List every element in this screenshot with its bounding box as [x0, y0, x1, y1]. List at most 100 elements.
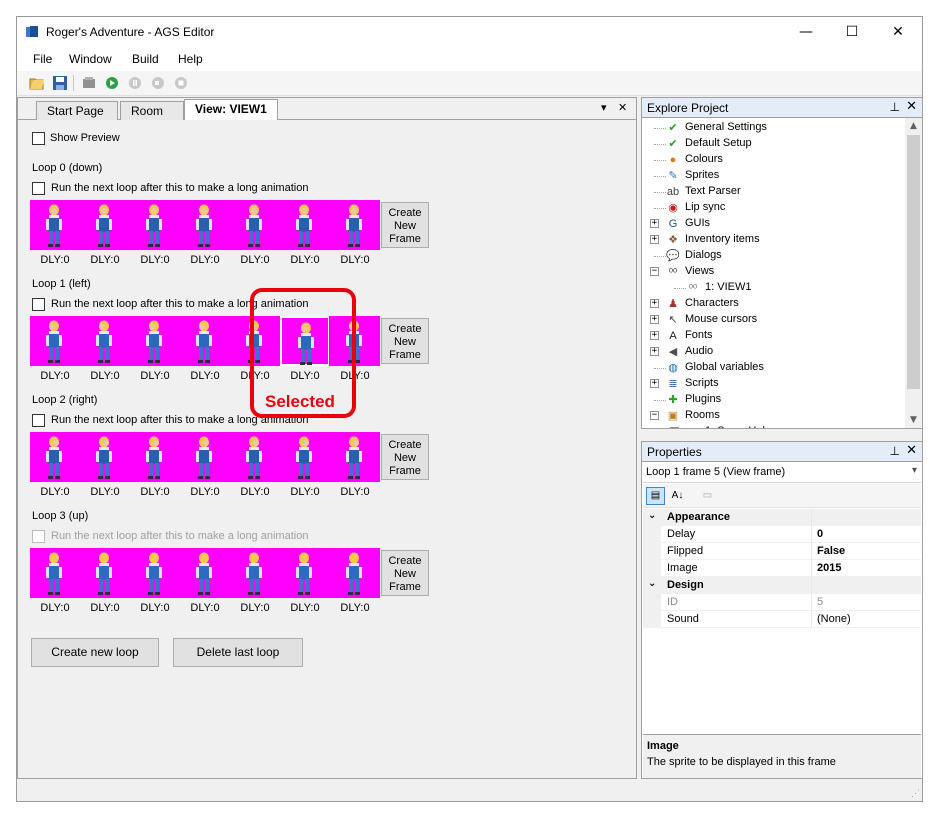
tab-view-view1[interactable]: View: VIEW1	[184, 99, 278, 121]
pin-icon[interactable]: ⊥	[890, 444, 900, 458]
property-category[interactable]: ⌄ Design	[643, 577, 921, 594]
view-frame[interactable]	[30, 316, 80, 366]
create-new-frame-button[interactable]: Create New Frame	[381, 202, 429, 248]
view-frame[interactable]	[230, 432, 280, 482]
property-value[interactable]: 0	[817, 528, 823, 540]
close-window-button[interactable]: ✕	[875, 17, 921, 47]
view-frame[interactable]	[280, 200, 330, 250]
view-frame[interactable]	[130, 548, 180, 598]
create-new-frame-button[interactable]: Create New Frame	[381, 550, 429, 596]
property-value[interactable]: False	[817, 545, 845, 557]
collapse-icon[interactable]: −	[650, 411, 659, 420]
view-frame[interactable]	[80, 548, 130, 598]
property-category[interactable]: ⌄ Appearance	[643, 509, 921, 526]
tab-start-page[interactable]: Start Page	[36, 101, 118, 120]
tree-scrollbar[interactable]: ▲ ▼	[905, 118, 922, 428]
expand-icon[interactable]: +	[650, 219, 659, 228]
view-frame[interactable]	[80, 316, 130, 366]
property-value[interactable]: 2015	[817, 562, 841, 574]
view-frame[interactable]	[180, 200, 230, 250]
property-row[interactable]: Flipped False	[643, 543, 921, 560]
view-frame[interactable]	[130, 316, 180, 366]
create-new-frame-button[interactable]: Create New Frame	[381, 318, 429, 364]
tree-item-label: Default Setup	[685, 137, 752, 149]
open-folder-icon[interactable]	[29, 75, 45, 91]
menu-file[interactable]: File	[33, 52, 52, 66]
menu-window[interactable]: Window	[69, 52, 112, 66]
stop-icon[interactable]	[173, 75, 189, 91]
collapse-icon[interactable]: −	[650, 267, 659, 276]
scroll-down-icon[interactable]: ▼	[905, 412, 922, 428]
view-frame[interactable]	[230, 548, 280, 598]
view-frame[interactable]	[80, 200, 130, 250]
scroll-up-icon[interactable]: ▲	[905, 118, 922, 134]
tab-list-dropdown-icon[interactable]: ▾	[601, 101, 607, 114]
create-new-frame-button[interactable]: Create New Frame	[381, 434, 429, 480]
character-sprite-icon	[96, 436, 112, 479]
show-preview-checkbox[interactable]	[32, 132, 45, 145]
close-panel-icon[interactable]: ✕	[906, 99, 917, 114]
run-next-loop-checkbox[interactable]	[32, 414, 45, 427]
delete-last-loop-button[interactable]: Delete last loop	[173, 638, 303, 667]
view-frame[interactable]	[330, 432, 380, 482]
resize-grip-icon[interactable]: ⋰	[911, 789, 920, 799]
loop-title: Loop 3 (up)	[32, 510, 89, 522]
view-frame[interactable]	[30, 548, 80, 598]
view-frame[interactable]	[280, 432, 330, 482]
alphabetical-sort-icon[interactable]: A↓	[668, 487, 687, 505]
frame-background	[330, 548, 380, 598]
pause-icon[interactable]	[127, 75, 143, 91]
menu-build[interactable]: Build	[132, 52, 159, 66]
frame-background	[80, 200, 130, 250]
view-frame[interactable]	[30, 432, 80, 482]
expand-icon[interactable]: +	[650, 315, 659, 324]
column-separator[interactable]	[811, 509, 812, 628]
view-frame[interactable]	[30, 200, 80, 250]
step-icon[interactable]	[150, 75, 166, 91]
create-new-loop-button[interactable]: Create new loop	[31, 638, 159, 667]
scroll-thumb[interactable]	[907, 135, 920, 389]
property-row[interactable]: Sound (None)	[643, 611, 921, 628]
expand-icon[interactable]: +	[650, 379, 659, 388]
chevron-down-icon[interactable]: ▾	[912, 465, 917, 476]
close-panel-icon[interactable]: ✕	[906, 443, 917, 458]
frame-delay-label: DLY:0	[40, 370, 70, 382]
window-title: Roger's Adventure - AGS Editor	[46, 25, 215, 39]
tab-room-1[interactable]: Room 1	[120, 101, 184, 132]
property-row[interactable]: ID 5	[643, 594, 921, 611]
view-frame[interactable]	[230, 200, 280, 250]
view-frame[interactable]	[80, 432, 130, 482]
maximize-button[interactable]: ☐	[829, 17, 875, 47]
view-frame[interactable]	[130, 432, 180, 482]
collapse-category-icon[interactable]: ⌄	[648, 578, 656, 589]
view-frame[interactable]	[330, 200, 380, 250]
categorized-icon[interactable]: ▤	[646, 487, 665, 505]
run-next-loop-checkbox[interactable]	[32, 182, 45, 195]
property-row[interactable]: Image 2015	[643, 560, 921, 577]
expand-icon[interactable]: +	[650, 347, 659, 356]
menu-help[interactable]: Help	[178, 52, 203, 66]
property-value[interactable]: (None)	[817, 613, 851, 625]
close-tab-icon[interactable]: ✕	[618, 101, 627, 114]
property-pages-icon[interactable]: ▭	[698, 487, 717, 505]
pin-icon[interactable]: ⊥	[890, 100, 900, 114]
frame-background	[180, 432, 230, 482]
run-icon[interactable]	[104, 75, 120, 91]
collapse-category-icon[interactable]: ⌄	[648, 510, 656, 521]
view-frame[interactable]	[180, 316, 230, 366]
view-frame[interactable]	[130, 200, 180, 250]
expand-icon[interactable]: +	[650, 235, 659, 244]
object-selector[interactable]: Loop 1 frame 5 (View frame) ▾	[643, 462, 921, 483]
property-row[interactable]: Delay 0	[643, 526, 921, 543]
view-frame[interactable]	[180, 548, 230, 598]
run-next-loop-checkbox[interactable]	[32, 298, 45, 311]
view-frame[interactable]	[330, 548, 380, 598]
build-icon[interactable]	[81, 75, 97, 91]
expand-icon[interactable]: +	[650, 299, 659, 308]
minimize-button[interactable]: —	[783, 17, 829, 47]
expand-icon[interactable]: +	[670, 427, 679, 428]
view-frame[interactable]	[280, 548, 330, 598]
expand-icon[interactable]: +	[650, 331, 659, 340]
view-frame[interactable]	[180, 432, 230, 482]
save-icon[interactable]	[52, 75, 68, 91]
